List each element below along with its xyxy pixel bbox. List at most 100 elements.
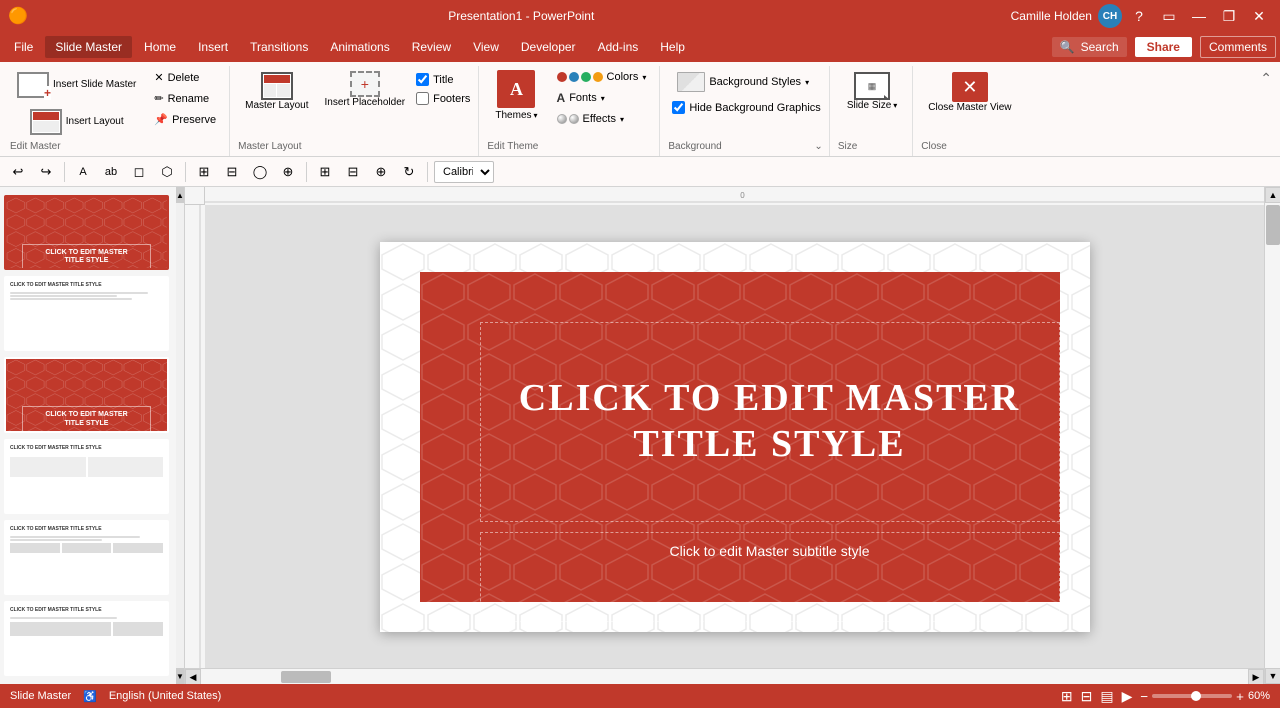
toolbar-sep-4: [427, 162, 428, 182]
menu-help[interactable]: Help: [650, 36, 695, 58]
minimize-button[interactable]: —: [1186, 3, 1212, 29]
group-button[interactable]: ⊕: [369, 160, 393, 184]
master-layout-button[interactable]: Master Layout: [238, 68, 315, 116]
scroll-v-track: [1265, 203, 1280, 668]
app-icon: 🟠: [8, 6, 28, 26]
slide-size-label: Slide Size ▾: [847, 100, 897, 112]
zoom-thumb: [1191, 691, 1201, 701]
panel-scroll-down[interactable]: ▼: [176, 668, 184, 684]
background-styles-button[interactable]: Background Styles ▾: [668, 68, 822, 96]
user-badge: Camille Holden CH: [1011, 4, 1122, 28]
slide-thumb-5[interactable]: CLICK TO EDIT MASTER TITLE STYLE: [4, 520, 169, 595]
title-checkbox[interactable]: [416, 73, 429, 86]
scroll-v-thumb[interactable]: [1266, 205, 1280, 245]
reading-view-button[interactable]: ▤: [1100, 688, 1113, 705]
zoom-in-button[interactable]: +: [1236, 689, 1244, 704]
panel-scroll-up[interactable]: ▲: [176, 187, 184, 203]
ribbon-group-close: ✕ Close Master View Close: [915, 66, 1024, 156]
hide-bg-checkbox-item[interactable]: Hide Background Graphics: [668, 100, 822, 115]
rename-button[interactable]: ✏ Rename: [147, 89, 223, 108]
font-color-button[interactable]: A: [71, 160, 95, 184]
highlight-button[interactable]: ab: [99, 160, 123, 184]
main-area: CLICK TO EDIT MASTERTITLE STYLE CLICK TO…: [0, 187, 1280, 684]
close-button[interactable]: ✕: [1246, 3, 1272, 29]
slide-subtitle-box[interactable]: Click to edit Master subtitle style: [480, 532, 1060, 622]
themes-dropdown-arrow: ▾: [534, 111, 538, 120]
hide-bg-checkbox[interactable]: [672, 101, 685, 114]
shapes-button[interactable]: ◯: [248, 160, 272, 184]
menu-file[interactable]: File: [4, 36, 43, 58]
menu-slide-master[interactable]: Slide Master: [45, 36, 132, 58]
menu-review[interactable]: Review: [402, 36, 461, 58]
slide-sorter-button[interactable]: ⊟: [1081, 688, 1093, 705]
align-button[interactable]: ⊞: [313, 160, 337, 184]
comments-button[interactable]: Comments: [1200, 36, 1276, 58]
slide-thumb-1[interactable]: CLICK TO EDIT MASTERTITLE STYLE: [4, 195, 169, 270]
slide-size-button[interactable]: ▦ Slide Size ▾: [838, 68, 906, 116]
slide-5-bg: CLICK TO EDIT MASTER TITLE STYLE: [6, 522, 167, 595]
bg-styles-arrow: ▾: [805, 78, 809, 87]
preserve-button[interactable]: 📌 Preserve: [147, 110, 223, 129]
scroll-down-button[interactable]: ▼: [1265, 668, 1280, 684]
restore-button[interactable]: ❐: [1216, 3, 1242, 29]
normal-view-button[interactable]: ⊞: [1061, 688, 1073, 705]
ribbon-collapse-button[interactable]: ⌃: [1260, 70, 1272, 87]
undo-button[interactable]: ↩: [6, 160, 30, 184]
view-label: Slide Master: [10, 690, 71, 702]
delete-button[interactable]: ✕ Delete: [147, 68, 223, 87]
menu-view[interactable]: View: [463, 36, 509, 58]
colors-icon: [557, 72, 603, 82]
themes-button[interactable]: A Themes ▾: [487, 68, 545, 123]
ribbon-group-background: Background Styles ▾ Hide Background Grap…: [662, 66, 829, 156]
insert-layout-button[interactable]: Insert Layout: [10, 105, 143, 139]
menu-transitions[interactable]: Transitions: [240, 36, 318, 58]
slide-2-title: CLICK TO EDIT MASTER TITLE STYLE: [10, 282, 163, 288]
redo-button[interactable]: ↪: [34, 160, 58, 184]
effects-toolbar-button[interactable]: ⊕: [276, 160, 300, 184]
footers-checkbox-item[interactable]: Footers: [414, 91, 472, 106]
arrange-button[interactable]: ⊞: [192, 160, 216, 184]
slide-title-box[interactable]: CLICK TO EDIT MASTER TITLE STYLE: [480, 322, 1060, 522]
menu-animations[interactable]: Animations: [320, 36, 399, 58]
slide-thumb-1-inner: CLICK TO EDIT MASTERTITLE STYLE: [6, 197, 167, 270]
slide-thumb-2[interactable]: CLICK TO EDIT MASTER TITLE STYLE: [4, 276, 169, 351]
menu-home[interactable]: Home: [134, 36, 186, 58]
slide-1-pattern: [6, 197, 167, 270]
scroll-h-thumb[interactable]: [281, 671, 331, 683]
slide-thumb-6[interactable]: CLICK TO EDIT MASTER TITLE STYLE: [4, 601, 169, 676]
share-button[interactable]: Share: [1135, 37, 1192, 57]
help-icon[interactable]: ?: [1126, 3, 1152, 29]
menu-insert[interactable]: Insert: [188, 36, 238, 58]
zoom-percent: 60%: [1248, 690, 1270, 702]
slide-thumb-4[interactable]: CLICK TO EDIT MASTER TITLE STYLE: [4, 439, 169, 514]
ribbon-toggle-button[interactable]: ▭: [1156, 3, 1182, 29]
select-button[interactable]: ⊟: [220, 160, 244, 184]
menu-addins[interactable]: Add-ins: [588, 36, 649, 58]
insert-placeholder-button[interactable]: + Insert Placeholder: [319, 68, 410, 112]
search-area[interactable]: 🔍 Search: [1052, 37, 1127, 57]
insert-slide-master-button[interactable]: Insert Slide Master: [10, 68, 143, 102]
colors-button[interactable]: Colors ▾: [550, 68, 654, 86]
font-select[interactable]: Calibri: [434, 161, 494, 183]
themes-icon: A: [497, 70, 535, 108]
title-checkbox-item[interactable]: Title: [414, 72, 472, 87]
rotate-button[interactable]: ↻: [397, 160, 421, 184]
slide-subtitle-text: Click to edit Master subtitle style: [670, 543, 870, 559]
effects-button[interactable]: Effects ▾: [550, 110, 654, 128]
zoom-out-button[interactable]: −: [1140, 689, 1148, 704]
menu-developer[interactable]: Developer: [511, 36, 586, 58]
footers-checkbox[interactable]: [416, 92, 429, 105]
slide-thumb-3[interactable]: CLICK TO EDIT MASTERTITLE STYLE: [4, 357, 169, 432]
toolbar-sep-1: [64, 162, 65, 182]
scroll-up-button[interactable]: ▲: [1265, 187, 1280, 203]
slide-3-bg: CLICK TO EDIT MASTERTITLE STYLE: [6, 359, 167, 432]
distribute-button[interactable]: ⊟: [341, 160, 365, 184]
shape-style-button[interactable]: ⬡: [155, 160, 179, 184]
slideshow-button[interactable]: ▶: [1122, 688, 1133, 705]
shape-fill-button[interactable]: ◻: [127, 160, 151, 184]
background-expand-icon[interactable]: ⌄: [814, 141, 822, 152]
ribbon-group-edit-theme: A Themes ▾ Colors: [481, 66, 660, 156]
fonts-button[interactable]: A Fonts ▾: [550, 88, 654, 108]
close-master-view-button[interactable]: ✕ Close Master View: [921, 68, 1018, 118]
zoom-slider[interactable]: [1152, 694, 1232, 698]
